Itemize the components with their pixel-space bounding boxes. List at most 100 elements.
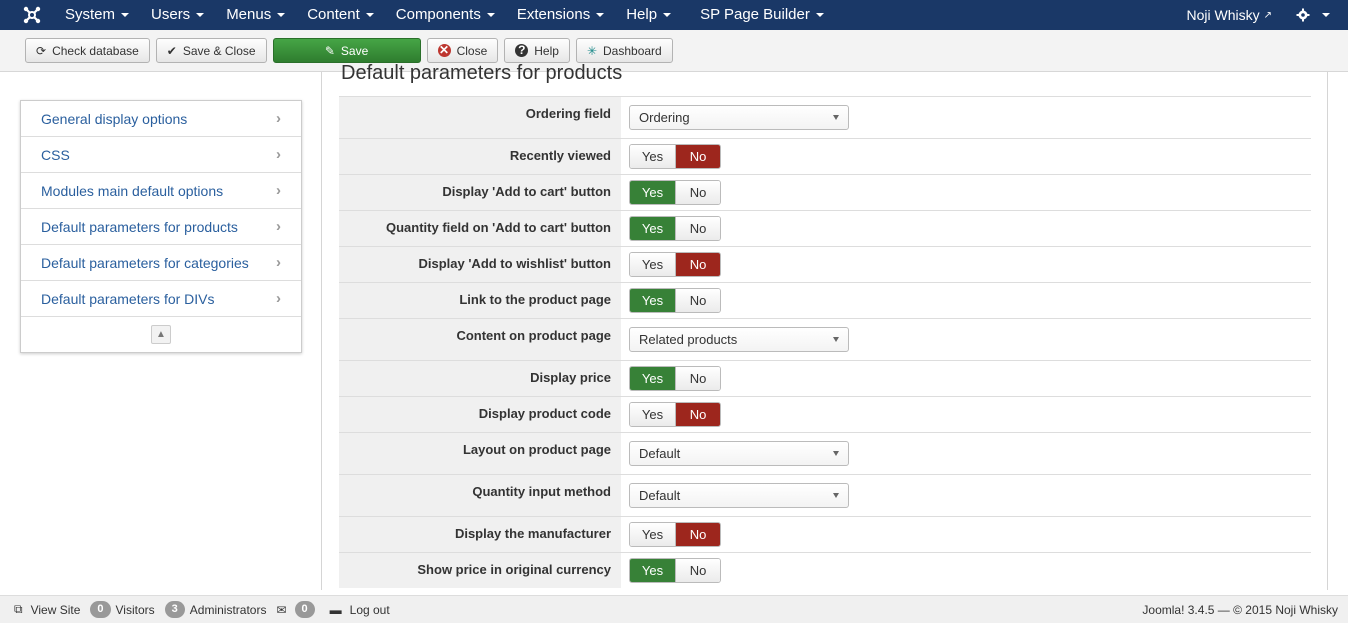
sidebar-item-label: Modules main default options [41, 182, 224, 199]
view-site-label: View Site [30, 602, 81, 617]
field-label: Recently viewed [339, 139, 621, 174]
sidebar-item-general-display[interactable]: General display options › [21, 101, 301, 137]
field-label: Link to the product page [339, 283, 621, 318]
quantity-field-toggle: Yes No [629, 216, 721, 241]
sidebar-item-product-defaults[interactable]: Default parameters for products › [21, 209, 301, 245]
menu-system[interactable]: System [64, 0, 140, 30]
no-option[interactable]: No [675, 403, 720, 426]
button-label: Help [534, 43, 559, 58]
select-value: Default [639, 446, 681, 461]
yes-option[interactable]: Yes [630, 253, 675, 276]
no-option[interactable]: No [675, 253, 720, 276]
messages-count-badge: 0 [294, 601, 315, 618]
ordering-field-select[interactable]: Ordering [629, 105, 849, 130]
user-settings-menu[interactable] [1286, 8, 1348, 22]
menu-extensions[interactable]: Extensions [506, 0, 615, 30]
external-link-icon: ⧉ [14, 602, 23, 616]
yes-option[interactable]: Yes [630, 367, 675, 390]
no-option[interactable]: No [675, 523, 720, 546]
page-title: Default parameters for products [341, 62, 623, 84]
visitors-label: Visitors [115, 602, 155, 617]
menu-label: Extensions [516, 6, 591, 23]
display-manufacturer-toggle: Yes No [629, 522, 721, 547]
dropdown-arrow-icon [833, 337, 839, 342]
recently-viewed-toggle: Yes No [629, 144, 721, 169]
menu-users[interactable]: Users [140, 0, 215, 30]
form-row-quantity-field: Quantity field on 'Add to cart' button Y… [339, 210, 1311, 246]
form-row-add-to-wishlist: Display 'Add to wishlist' button Yes No [339, 246, 1311, 282]
messages-status[interactable]: ✉ 0 [276, 601, 319, 618]
yes-option[interactable]: Yes [630, 523, 675, 546]
administrators-label: Administrators [189, 602, 267, 617]
view-site-link[interactable]: ⧉ View Site [14, 602, 80, 617]
layout-on-product-page-select[interactable]: Default [629, 441, 849, 466]
no-option[interactable]: No [675, 145, 720, 168]
yes-option[interactable]: Yes [630, 289, 675, 312]
top-navbar: System Users Menus Content Components Ex… [0, 0, 1348, 30]
dashboard-icon: ✳ [586, 43, 597, 58]
caret-down-icon [196, 13, 205, 17]
sidebar-item-category-defaults[interactable]: Default parameters for categories › [21, 245, 301, 281]
caret-down-icon [121, 13, 130, 17]
form-row-display-manufacturer: Display the manufacturer Yes No [339, 516, 1311, 552]
form-row-ordering-field: Ordering field Ordering [339, 96, 1311, 138]
menu-help[interactable]: Help [615, 0, 682, 30]
display-price-toggle: Yes No [629, 366, 721, 391]
no-option[interactable]: No [675, 367, 720, 390]
help-icon: ? [515, 44, 529, 57]
yes-option[interactable]: Yes [630, 181, 675, 204]
user-name: Noji Whisky [1186, 7, 1260, 23]
button-label: Check database [52, 43, 139, 58]
menu-label: SP Page Builder [700, 6, 810, 23]
yes-option[interactable]: Yes [630, 559, 675, 582]
sidebar-item-div-defaults[interactable]: Default parameters for DIVs › [21, 281, 301, 317]
no-option[interactable]: No [675, 289, 720, 312]
form-row-original-currency: Show price in original currency Yes No [339, 552, 1311, 588]
sidebar-collapse: ▲ [21, 317, 301, 352]
sidebar-item-modules-defaults[interactable]: Modules main default options › [21, 173, 301, 209]
minus-icon: ▬ [329, 602, 342, 617]
gear-icon [1296, 8, 1310, 22]
check-database-button[interactable]: ⟳ Check database [25, 38, 150, 63]
form-row-recently-viewed: Recently viewed Yes No [339, 138, 1311, 174]
quantity-input-method-select[interactable]: Default [629, 483, 849, 508]
menu-label: Components [395, 6, 481, 23]
chevron-right-icon: › [276, 182, 281, 199]
add-to-cart-toggle: Yes No [629, 180, 721, 205]
menu-sp-page-builder[interactable]: SP Page Builder [689, 0, 835, 30]
logout-label: Log out [349, 602, 390, 617]
menu-menus[interactable]: Menus [215, 0, 296, 30]
chevron-right-icon: › [276, 146, 281, 163]
caret-down-icon [596, 13, 605, 17]
administrators-status: 3 Administrators [164, 601, 267, 618]
menu-label: Content [307, 6, 360, 23]
menu-components[interactable]: Components [385, 0, 506, 30]
caret-down-icon [1322, 13, 1330, 17]
no-option[interactable]: No [675, 181, 720, 204]
field-label: Content on product page [339, 319, 621, 360]
sidebar-item-css[interactable]: CSS › [21, 137, 301, 173]
logout-link[interactable]: ▬ Log out [330, 603, 390, 617]
save-close-button[interactable]: ✔ Save & Close [155, 38, 267, 63]
form-row-display-product-code: Display product code Yes No [339, 396, 1311, 432]
yes-option[interactable]: Yes [630, 403, 675, 426]
user-site-link[interactable]: Noji Whisky ↗ [1172, 7, 1286, 23]
collapse-up-icon[interactable]: ▲ [151, 325, 171, 344]
form-row-add-to-cart: Display 'Add to cart' button Yes No [339, 174, 1311, 210]
button-label: Dashboard [603, 43, 662, 58]
visitors-status: 0 Visitors [90, 601, 155, 618]
dropdown-arrow-icon [833, 493, 839, 498]
field-label: Display 'Add to wishlist' button [339, 247, 621, 282]
options-sidebar: General display options › CSS › Modules … [20, 100, 302, 353]
visitors-count-badge: 0 [90, 601, 111, 618]
joomla-logo-icon[interactable] [0, 0, 64, 30]
content-on-product-page-select[interactable]: Related products [629, 327, 849, 352]
no-option[interactable]: No [675, 559, 720, 582]
menu-content[interactable]: Content [296, 0, 385, 30]
no-option[interactable]: No [675, 217, 720, 240]
divider [1327, 72, 1328, 590]
sidebar-item-label: CSS [41, 146, 70, 163]
yes-option[interactable]: Yes [630, 217, 675, 240]
status-bar: ⧉ View Site 0 Visitors 3 Administrators … [0, 595, 1348, 623]
yes-option[interactable]: Yes [630, 145, 675, 168]
